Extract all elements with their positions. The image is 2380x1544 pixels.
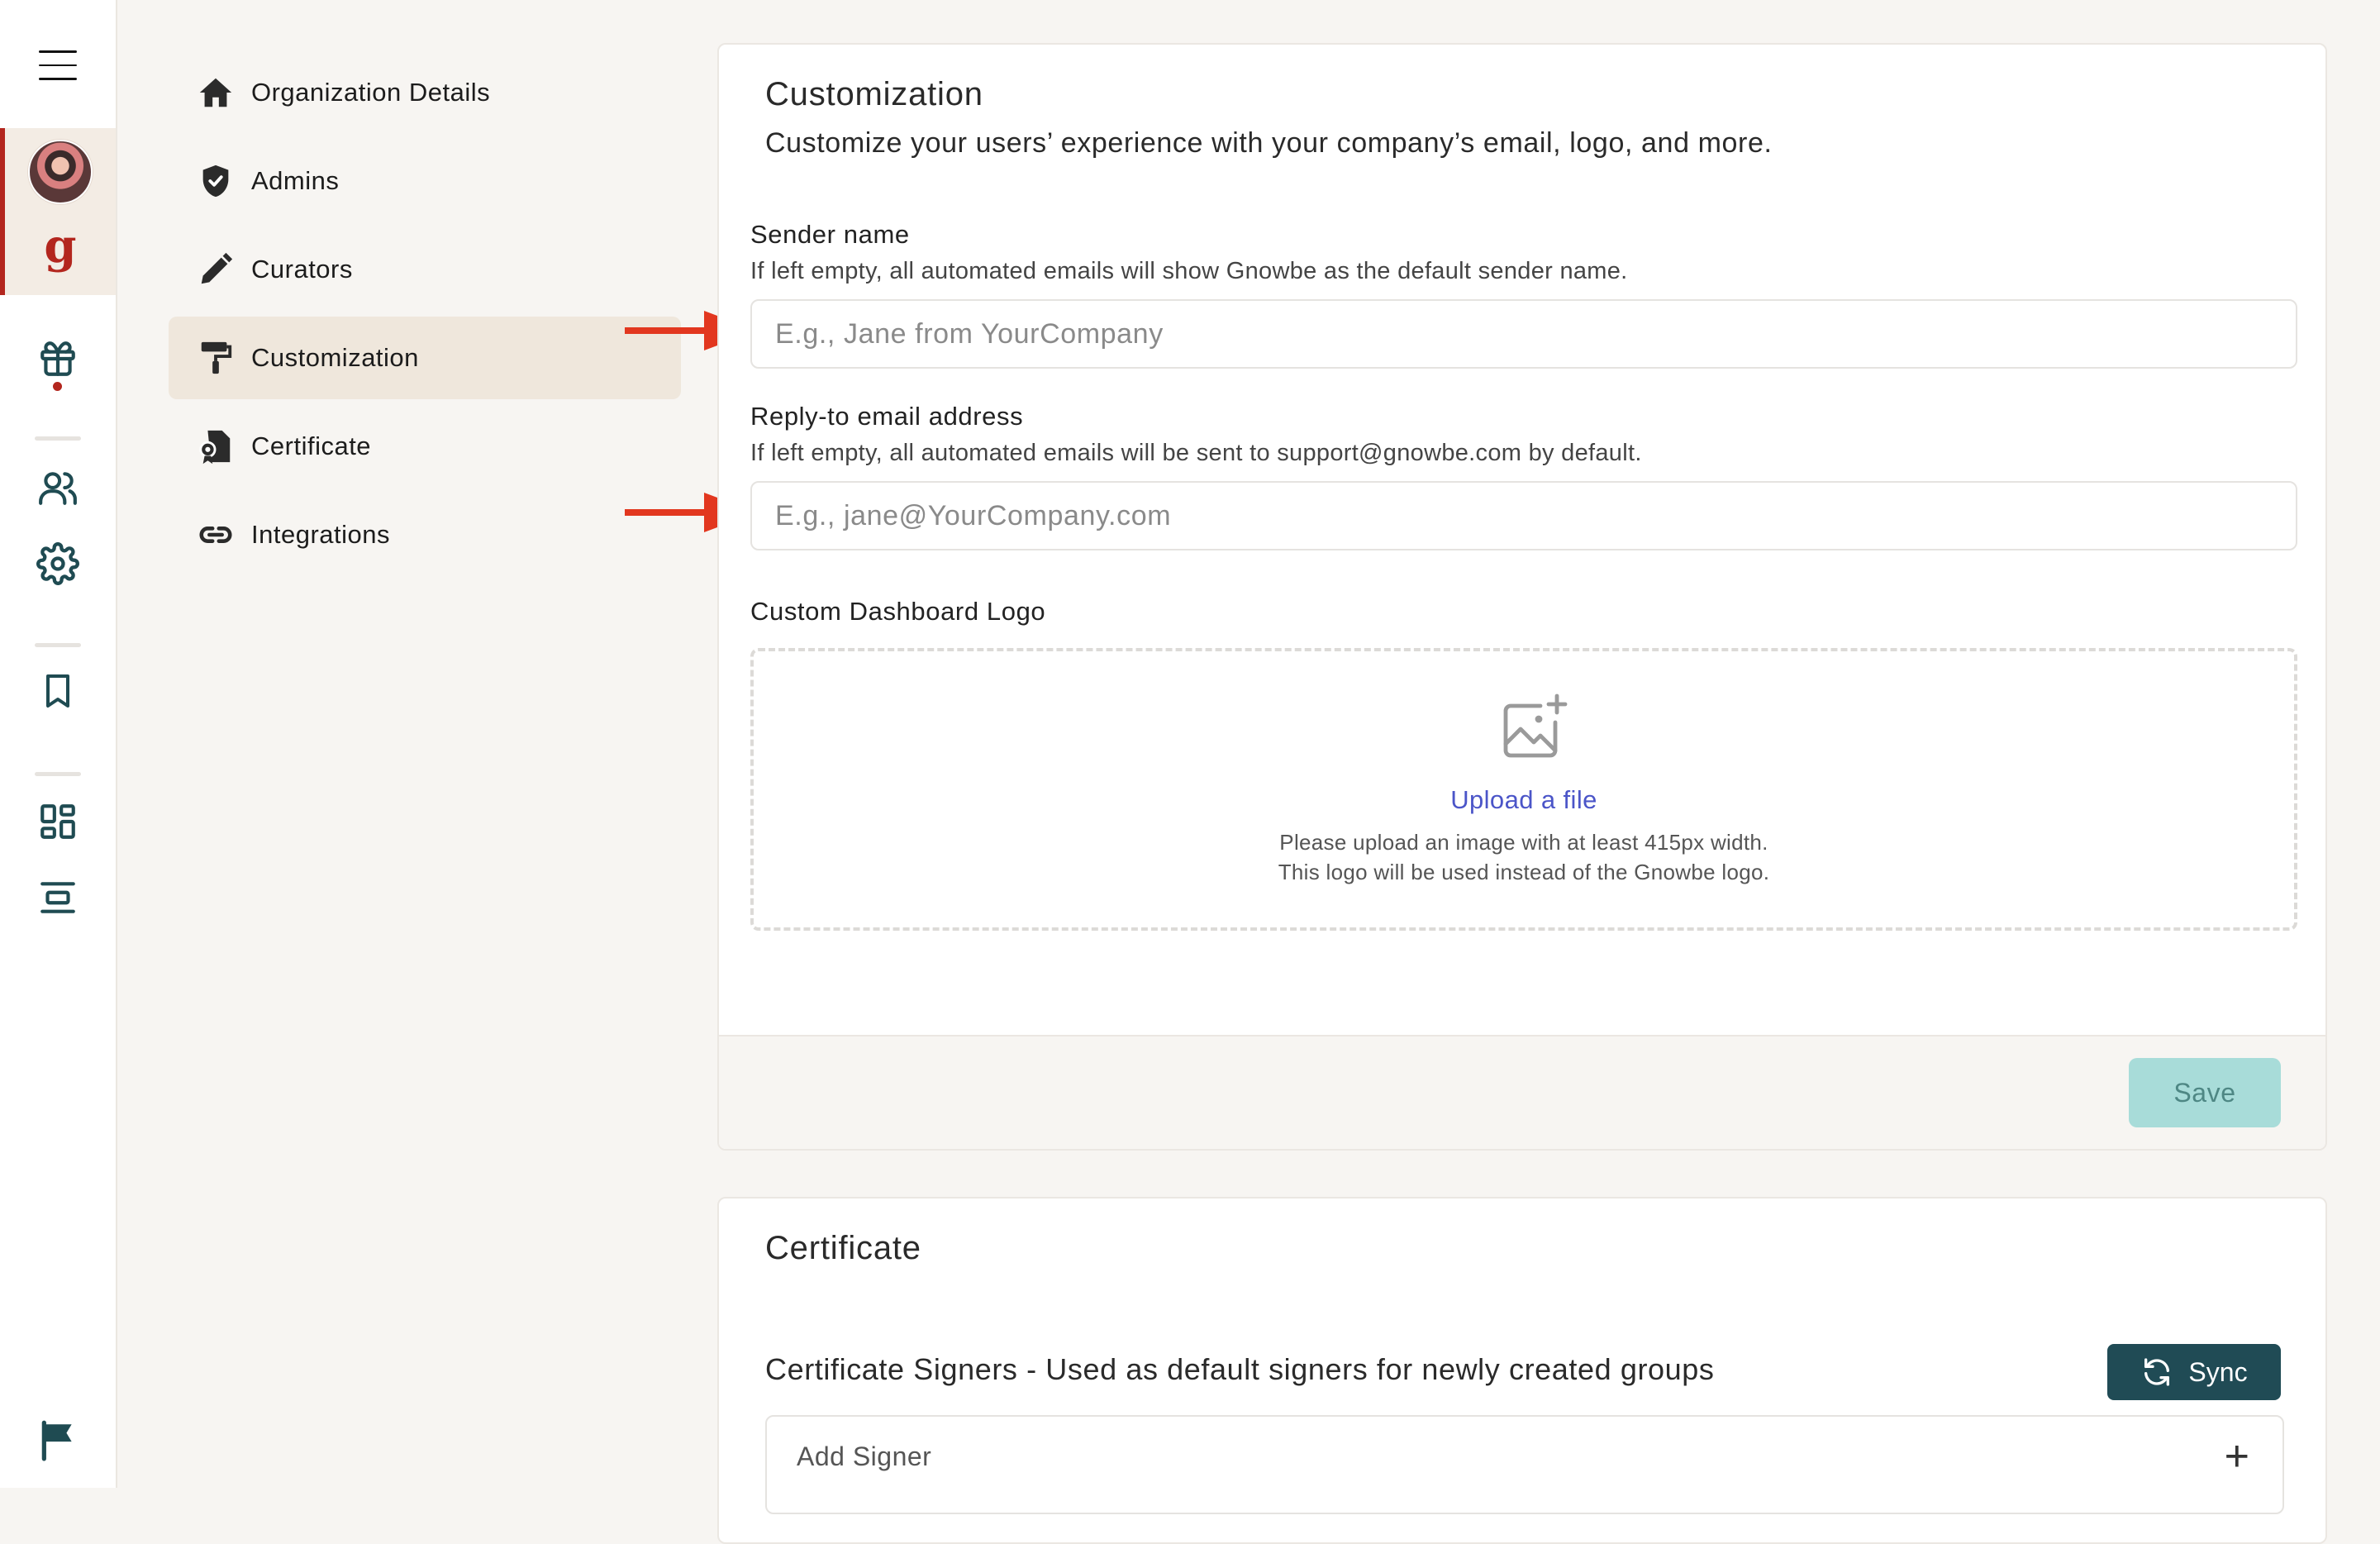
paint-roller-icon	[201, 341, 232, 374]
link-icon	[199, 527, 232, 543]
sender-name-label: Sender name	[750, 220, 910, 249]
menu-icon[interactable]	[0, 45, 116, 86]
home-icon	[199, 78, 232, 107]
notification-dot	[53, 382, 62, 391]
upload-file-link[interactable]: Upload a file	[754, 785, 2294, 815]
card-footer: Save	[719, 1035, 2325, 1149]
rail-divider	[35, 772, 81, 776]
users-icon[interactable]	[0, 463, 116, 512]
add-signer-label: Add Signer	[797, 1442, 932, 1471]
reply-to-help: If left empty, all automated emails will…	[750, 440, 1642, 466]
rail-divider	[35, 436, 81, 441]
subnav-item-label: Organization Details	[251, 78, 491, 107]
sender-name-help: If left empty, all automated emails will…	[750, 258, 1628, 284]
settings-subnav: Organization Details Admins Curators Cus…	[169, 51, 681, 582]
subnav-item-curators[interactable]: Curators	[169, 228, 681, 311]
sender-name-input[interactable]	[750, 299, 2297, 369]
subnav-item-organization-details[interactable]: Organization Details	[169, 51, 681, 134]
dashboard-icon[interactable]	[0, 797, 116, 846]
upload-hint: Please upload an image with at least 415…	[1279, 830, 1768, 855]
shield-check-icon	[202, 164, 229, 198]
layout-icon[interactable]	[0, 873, 116, 922]
organization-switcher[interactable]: g	[0, 128, 116, 295]
logo-dropzone[interactable]: Upload a file Please upload an image wit…	[750, 648, 2297, 931]
bookmark-icon[interactable]	[0, 666, 116, 716]
flag-icon[interactable]	[0, 1415, 116, 1465]
section-title: Certificate	[765, 1230, 921, 1266]
subnav-item-integrations[interactable]: Integrations	[169, 493, 681, 576]
app-rail: g	[0, 0, 117, 1488]
sync-button[interactable]: Sync	[2107, 1344, 2281, 1400]
customization-card: Customization Customize your users’ expe…	[717, 43, 2327, 1151]
pencil-icon	[201, 252, 233, 284]
certificate-icon	[199, 430, 231, 465]
section-title: Customization	[765, 76, 983, 112]
subnav-item-label: Customization	[251, 343, 419, 372]
subnav-item-label: Admins	[251, 166, 340, 195]
gift-icon[interactable]	[0, 334, 116, 384]
certificate-signers-label: Certificate Signers - Used as default si…	[765, 1352, 1715, 1386]
subnav-item-certificate[interactable]: Certificate	[169, 405, 681, 488]
subnav-item-label: Integrations	[251, 520, 390, 549]
dashboard-logo-label: Custom Dashboard Logo	[750, 597, 1046, 626]
subnav-item-label: Certificate	[251, 431, 372, 460]
image-add-icon	[1503, 693, 1568, 758]
upload-hint: This logo will be used instead of the Gn…	[1278, 860, 1770, 884]
rail-divider	[35, 643, 81, 647]
subnav-item-customization[interactable]: Customization	[169, 317, 681, 399]
plus-icon[interactable]: +	[2225, 1432, 2249, 1481]
reply-to-label: Reply-to email address	[750, 402, 1024, 431]
section-subtitle: Customize your users’ experience with yo…	[765, 127, 1773, 159]
subnav-item-label: Curators	[251, 255, 353, 284]
gear-icon[interactable]	[0, 539, 116, 589]
organization-logo: g	[44, 219, 77, 274]
subnav-item-admins[interactable]: Admins	[169, 140, 681, 222]
save-button[interactable]: Save	[2129, 1058, 2281, 1127]
certificate-card: Certificate Certificate Signers - Used a…	[717, 1197, 2327, 1544]
refresh-icon	[2144, 1358, 2170, 1386]
sync-label: Sync	[2188, 1356, 2248, 1387]
reply-to-email-input[interactable]	[750, 481, 2297, 550]
avatar[interactable]	[28, 140, 93, 204]
add-signer-row[interactable]: Add Signer +	[765, 1415, 2284, 1514]
